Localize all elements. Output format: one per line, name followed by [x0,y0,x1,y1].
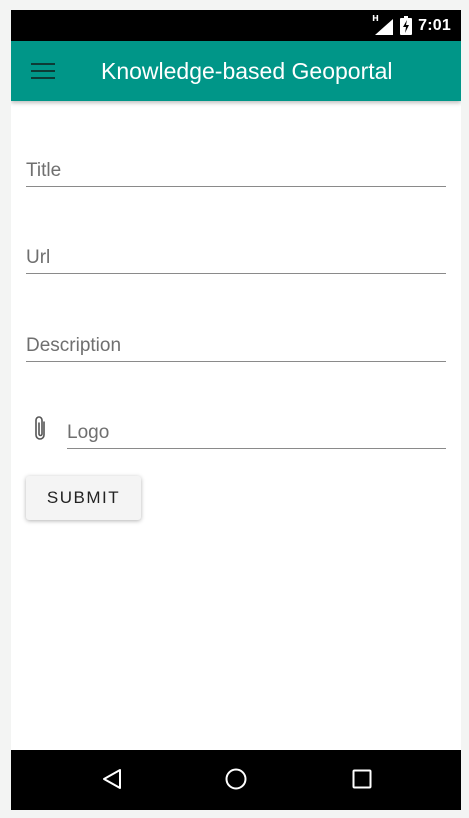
clock: 7:01 [418,16,451,34]
back-icon[interactable] [100,767,124,791]
signal-icon [375,18,394,35]
title-field [26,147,446,187]
paperclip-icon[interactable] [30,415,50,443]
status-bar: H 7:01 [11,10,461,41]
signal-indicator: H [372,14,394,35]
device-screen: H 7:01 Knowledge-based Geoportal Title U… [11,10,461,810]
app-bar: Knowledge-based Geoportal [11,41,461,101]
url-input[interactable] [26,234,446,273]
recents-icon[interactable] [350,767,374,791]
logo-input[interactable] [67,409,446,448]
status-icons: H 7:01 [372,10,451,41]
app-title: Knowledge-based Geoportal [101,58,393,84]
logo-field [67,409,446,449]
description-input[interactable] [26,322,446,361]
submit-button[interactable]: SUBMIT [26,476,141,520]
navigation-bar [11,750,461,810]
description-field [26,322,446,362]
url-field [26,234,446,274]
title-input[interactable] [26,147,446,186]
battery-charging-icon [400,16,413,35]
hamburger-menu-icon[interactable] [31,59,61,83]
logo-row [26,409,446,449]
home-icon[interactable] [224,767,248,791]
